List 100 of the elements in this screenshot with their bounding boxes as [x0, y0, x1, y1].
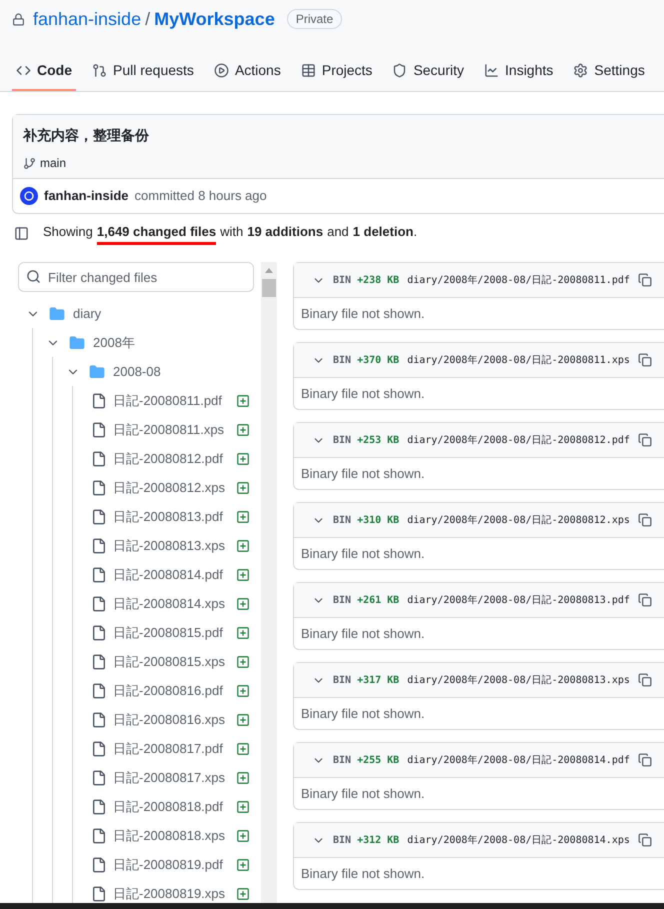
added-icon — [236, 770, 250, 784]
nav-tab[interactable]: Insights — [480, 52, 558, 91]
nav-tab[interactable]: Settings — [569, 52, 649, 91]
branch-name: main — [40, 155, 66, 172]
file-icon — [91, 654, 107, 670]
file-name[interactable]: 日記-20080818.pdf — [113, 796, 236, 816]
file-path[interactable]: diary/2008年/2008-08/日記-20080811.pdf — [407, 272, 630, 288]
file-name[interactable]: 日記-20080815.xps — [113, 652, 236, 672]
added-icon — [236, 742, 250, 756]
copy-icon[interactable] — [638, 433, 652, 447]
file-path[interactable]: diary/2008年/2008-08/日記-20080812.xps — [407, 512, 630, 528]
file-type: BIN — [333, 434, 352, 448]
folder-icon — [89, 364, 105, 380]
added-icon — [236, 828, 250, 842]
copy-icon[interactable] — [638, 673, 652, 687]
nav-tab[interactable]: Security — [388, 52, 468, 91]
copy-icon[interactable] — [638, 273, 652, 287]
additions-count: 19 additions — [247, 222, 324, 241]
file-name[interactable]: 日記-20080813.pdf — [113, 506, 236, 526]
folder-name[interactable]: diary — [73, 304, 102, 324]
copy-icon[interactable] — [638, 753, 652, 767]
nav-tab[interactable]: Code — [12, 52, 76, 91]
repo-link[interactable]: MyWorkspace — [154, 6, 275, 32]
commit-message: 补充内容，整理备份 — [23, 126, 150, 145]
nav-tab[interactable]: Projects — [296, 52, 376, 91]
copy-icon[interactable] — [638, 593, 652, 607]
folder-icon — [69, 334, 85, 350]
scrollbar[interactable] — [261, 262, 277, 903]
file-name[interactable]: 日記-20080818.xps — [113, 826, 236, 846]
file-icon — [91, 682, 107, 698]
copy-icon[interactable] — [638, 513, 652, 527]
file-name[interactable]: 日記-20080811.pdf — [113, 390, 236, 410]
file-icon — [91, 450, 107, 466]
nav-tab[interactable]: Pull requests — [88, 52, 198, 91]
file-icon — [91, 538, 107, 554]
summary-text: with — [220, 222, 244, 241]
added-icon — [236, 858, 250, 872]
changed-files-count: 1,649 changed files — [96, 222, 216, 246]
folder-name[interactable]: 2008年 — [93, 332, 135, 352]
diff-message: Binary file not shown. — [300, 624, 426, 643]
copy-icon[interactable] — [638, 833, 652, 847]
diff-message: Binary file not shown. — [300, 784, 426, 803]
scrollbar-thumb[interactable] — [262, 279, 276, 297]
file-name[interactable]: 日記-20080816.xps — [113, 710, 236, 730]
nav-tab[interactable]: Actions — [210, 52, 285, 91]
settings-icon — [573, 63, 588, 78]
file-icon — [91, 856, 107, 872]
deletions-count: 1 deletion — [352, 222, 414, 241]
file-icon — [91, 828, 107, 844]
summary-text: . — [413, 222, 418, 241]
added-icon — [236, 684, 250, 698]
file-name[interactable]: 日記-20080815.pdf — [113, 622, 236, 642]
file-icon — [91, 798, 107, 814]
file-name[interactable]: 日記-20080814.pdf — [113, 564, 236, 584]
file-icon — [91, 392, 107, 408]
added-icon — [236, 626, 250, 640]
search-icon — [26, 269, 41, 284]
diff-message: Binary file not shown. — [300, 384, 426, 403]
file-name[interactable]: 日記-20080819.xps — [113, 884, 236, 903]
file-icon — [91, 624, 107, 640]
shield-icon — [392, 63, 408, 78]
file-name[interactable]: 日記-20080811.xps — [113, 420, 236, 440]
file-path[interactable]: diary/2008年/2008-08/日記-20080812.pdf — [407, 432, 630, 448]
file-icon — [91, 422, 107, 438]
file-name[interactable]: 日記-20080814.xps — [113, 594, 236, 614]
file-path[interactable]: diary/2008年/2008-08/日記-20080813.pdf — [407, 592, 630, 608]
commit-author[interactable]: fanhan-inside — [44, 186, 129, 206]
table-icon — [300, 63, 316, 78]
file-name[interactable]: 日記-20080812.xps — [113, 478, 236, 498]
file-path[interactable]: diary/2008年/2008-08/日記-20080814.pdf — [407, 752, 630, 768]
owner-link[interactable]: fanhan-inside — [33, 6, 142, 32]
commit-time: committed 8 hours ago — [134, 187, 267, 206]
file-name[interactable]: 日記-20080816.pdf — [113, 680, 236, 700]
file-path[interactable]: diary/2008年/2008-08/日記-20080814.xps — [407, 832, 630, 848]
size-change: +317 KB — [357, 674, 400, 688]
file-name[interactable]: 日記-20080812.pdf — [113, 448, 236, 468]
file-type: BIN — [333, 674, 352, 688]
file-name[interactable]: 日記-20080819.pdf — [113, 854, 236, 874]
code-icon — [16, 63, 31, 78]
filter-field[interactable]: Filter changed files — [18, 262, 254, 292]
file-name[interactable]: 日記-20080817.xps — [113, 768, 236, 788]
diff-message: Binary file not shown. — [300, 544, 426, 563]
file-icon — [91, 770, 107, 786]
file-type: BIN — [333, 754, 352, 768]
file-path[interactable]: diary/2008年/2008-08/日記-20080811.xps — [407, 352, 630, 368]
added-icon — [236, 422, 250, 436]
folder-icon — [49, 306, 65, 322]
added-icon — [236, 394, 250, 408]
sidebar-toggle-icon[interactable] — [14, 226, 29, 241]
file-icon — [91, 712, 107, 728]
copy-icon[interactable] — [638, 353, 652, 367]
added-icon — [236, 510, 250, 524]
diff-message: Binary file not shown. — [300, 864, 426, 883]
file-path[interactable]: diary/2008年/2008-08/日記-20080813.xps — [407, 672, 630, 688]
file-type: BIN — [333, 594, 352, 608]
file-name[interactable]: 日記-20080817.pdf — [113, 738, 236, 758]
file-icon — [91, 480, 107, 496]
file-name[interactable]: 日記-20080813.xps — [113, 536, 236, 556]
size-change: +261 KB — [357, 594, 400, 608]
folder-name[interactable]: 2008-08 — [113, 362, 161, 382]
